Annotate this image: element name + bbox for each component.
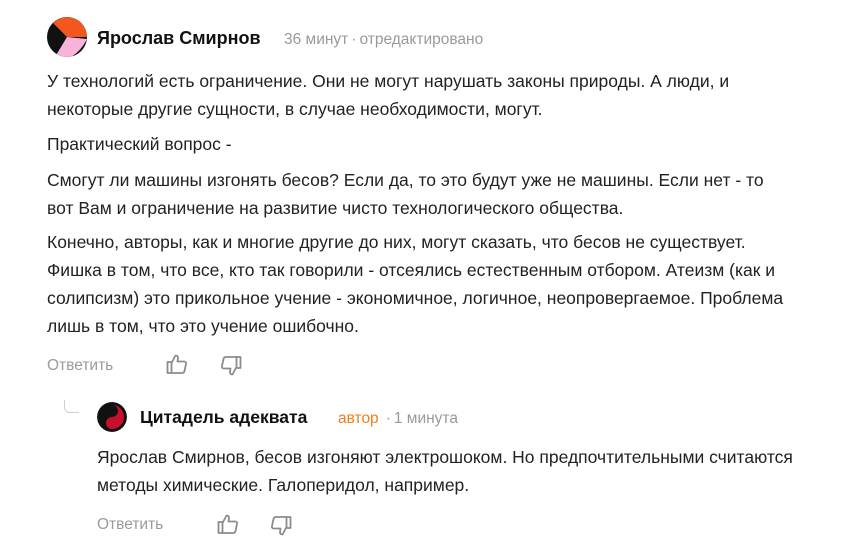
thumbs-up-icon[interactable]: [165, 352, 189, 376]
comment-time: 36 минут: [284, 31, 349, 48]
thumbs-down-icon[interactable]: [269, 514, 293, 538]
thumbs-down-icon[interactable]: [219, 354, 243, 378]
comment-paragraph: Смогут ли машины изгонять бесов? Если да…: [47, 170, 764, 218]
thread-connector: [64, 400, 79, 413]
comment-meta: 36 минут · отредактировано: [284, 31, 483, 49]
comment-paragraph: Конечно, авторы, как и многие другие до …: [47, 232, 784, 336]
comment-paragraph: Практический вопрос -: [47, 134, 232, 154]
comment-paragraph: У технологий есть ограничение. Они не мо…: [47, 71, 730, 119]
comment-edited-label: отредактировано: [359, 31, 484, 48]
author-avatar[interactable]: [97, 402, 127, 432]
thumbs-up-icon[interactable]: [216, 512, 240, 536]
reply-text: Ярослав Смирнов, бесов изгоняют электрош…: [97, 447, 793, 495]
user-avatar[interactable]: [47, 17, 87, 57]
meta-separator: ·: [385, 410, 391, 427]
comments-page: Ярослав Смирнов 36 минут · отредактировано…: [0, 0, 867, 557]
reply-meta: автор · 1 минута: [338, 410, 458, 428]
reply-button[interactable]: Ответить: [47, 357, 113, 375]
meta-separator: ·: [351, 31, 357, 48]
reply-time: 1 минута: [393, 410, 458, 427]
comment-author-name[interactable]: Ярослав Смирнов: [97, 28, 261, 49]
reply-button[interactable]: Ответить: [97, 516, 163, 534]
reply-author-name[interactable]: Цитадель адеквата: [140, 407, 307, 428]
author-badge: автор: [338, 410, 379, 427]
